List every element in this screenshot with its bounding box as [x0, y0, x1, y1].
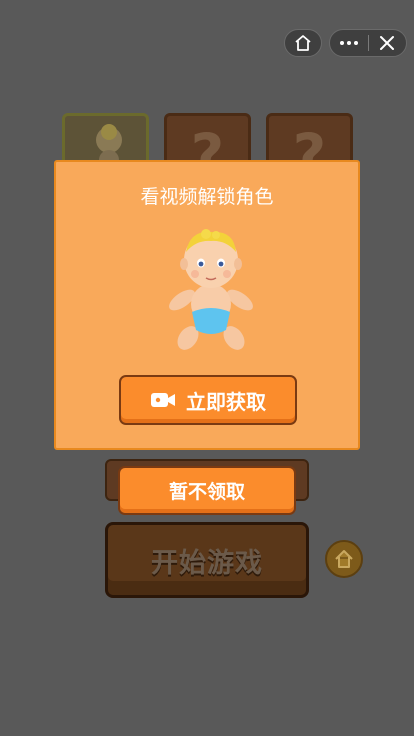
baby-character-image — [169, 229, 253, 350]
more-dots-icon — [339, 41, 358, 45]
start-game-button[interactable]: 开始游戏 — [105, 522, 309, 598]
skip-button[interactable]: 暂不领取 — [118, 466, 296, 515]
home-button[interactable] — [284, 29, 322, 57]
get-now-button[interactable]: 立即获取 — [119, 375, 297, 425]
skip-label: 暂不领取 — [168, 481, 245, 503]
unlock-character-dialog: 看视频解锁角色 立即获取 — [54, 160, 360, 450]
close-icon — [380, 36, 395, 50]
dialog-title: 看视频解锁角色 — [140, 186, 274, 208]
home-icon — [295, 35, 311, 51]
close-button[interactable] — [368, 30, 406, 56]
mini-program-capsule — [329, 29, 407, 57]
get-now-label: 立即获取 — [186, 389, 266, 414]
home-icon — [335, 550, 353, 568]
start-game-label: 开始游戏 — [151, 547, 263, 579]
more-button[interactable] — [330, 30, 368, 56]
video-camera-icon — [151, 393, 175, 407]
side-home-button[interactable] — [325, 540, 363, 578]
